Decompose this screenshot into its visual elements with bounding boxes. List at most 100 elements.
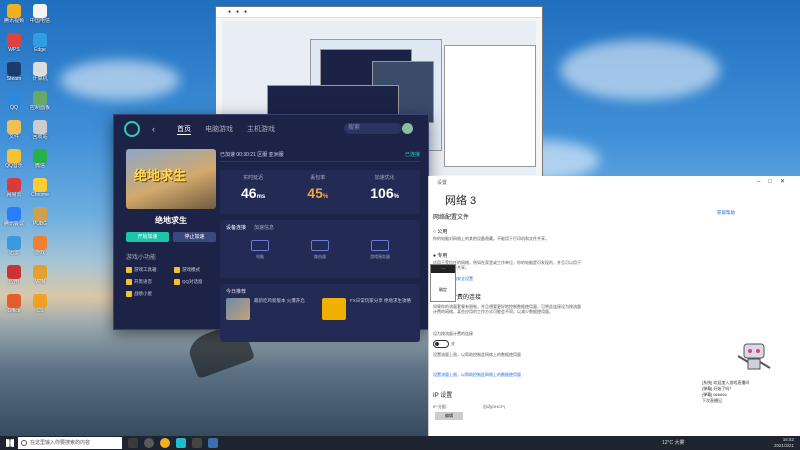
desktop-icon[interactable]: 网易云: [2, 178, 26, 198]
settings-app-icon[interactable]: [208, 438, 218, 448]
desktop-icon[interactable]: 回收站: [28, 120, 52, 140]
app-icon[interactable]: [144, 438, 154, 448]
desktop-icon[interactable]: QQ音乐: [2, 149, 26, 169]
app-icon: [33, 265, 47, 279]
game-cover-image[interactable]: 绝地求生: [126, 149, 216, 209]
desktop-icon[interactable]: 应用: [2, 265, 26, 285]
desktop-icon[interactable]: 微信: [28, 149, 52, 169]
help-link[interactable]: 获取帮助: [717, 210, 735, 216]
app-icon: [7, 62, 21, 76]
window-controls[interactable]: –□✕: [757, 178, 793, 185]
news-thumbnail[interactable]: [226, 298, 250, 320]
weather-text[interactable]: 12°C 大雾: [662, 439, 685, 446]
features-heading: 游戏小功能: [126, 255, 157, 261]
desktop-icon[interactable]: CS: [28, 294, 52, 314]
app-icon: [33, 4, 47, 18]
desktop-icon[interactable]: Edge: [28, 33, 52, 53]
desktop-icon[interactable]: 腾讯会议: [2, 207, 26, 227]
stat-value: 106%: [370, 185, 399, 201]
tab-console-games[interactable]: 主机游戏: [247, 124, 275, 135]
tab-home[interactable]: 首页: [177, 124, 191, 135]
desktop-icon-label: 文件: [8, 134, 19, 140]
taskview-icon[interactable]: [128, 438, 138, 448]
desktop-icon[interactable]: Chrome: [28, 178, 52, 198]
news-item[interactable]: 最新吃鸡新版本 火爆开启: [254, 298, 320, 304]
game-panel: 绝地求生 绝地求生 开始加速 停止加速 游戏小功能 游戏工具箱 游戏模式 开黑语音 Q…: [126, 149, 216, 297]
feature-item[interactable]: 游戏模式: [174, 267, 216, 273]
feature-item[interactable]: 开黑语音: [126, 279, 168, 285]
stats-panel: 实时延迟 46ms 丢包率 45% 加速优化 106%: [220, 170, 420, 214]
tab-acceleration-info[interactable]: 加速信息: [254, 224, 274, 231]
window-title-bar[interactable]: ● ● ●: [216, 7, 542, 18]
metered-toggle[interactable]: [433, 340, 449, 348]
tab-device-connection[interactable]: 设备连接: [226, 224, 246, 231]
desktop-icon[interactable]: VPN: [28, 265, 52, 285]
app-icon: [33, 120, 47, 134]
stop-button[interactable]: 停止加速: [173, 232, 216, 242]
radio-public[interactable]: ○ 公用: [433, 228, 447, 235]
app-icon[interactable]: [192, 438, 202, 448]
window-title: 设置: [437, 180, 448, 186]
desktop-icons: 腾讯视频 中国电信 WPS Edge Steam 计算机 QQ 控制面板文件 回收站 QQ音乐 微信…: [0, 0, 52, 436]
desktop-icon-label: 计算机: [32, 76, 48, 82]
stat-label: 丢包率: [310, 175, 326, 181]
feature-list: 游戏工具箱 游戏模式 开黑语音 QQ对话窗 战绩小屋: [126, 267, 216, 297]
app-icon: [33, 178, 47, 192]
game-title: 绝地求生: [155, 216, 187, 225]
browser-icon[interactable]: [160, 438, 170, 448]
taskbar-search-input[interactable]: 在这里输入你要搜索的内容: [18, 437, 122, 449]
desktop-icon[interactable]: 文件: [2, 120, 26, 140]
booster-main: 已加速 00:30:21 区服 亚洲服 已连接 实时延迟 46ms 丢包率 45% 加速…: [220, 149, 420, 342]
desktop-icon-label: CS: [36, 308, 44, 314]
popup-text[interactable]: 确定: [431, 287, 455, 293]
avatar[interactable]: [402, 123, 413, 134]
feature-icon: [174, 279, 180, 285]
feature-item[interactable]: QQ对话窗: [174, 279, 216, 285]
desktop-icon[interactable]: QQ: [2, 91, 26, 111]
news-item[interactable]: FX日常玩家分享 绝地求生攻略: [350, 298, 416, 304]
tooltip-popup[interactable]: ⋯ 确定: [430, 264, 456, 302]
desktop-icon[interactable]: 计算机: [28, 62, 52, 82]
desktop-icon[interactable]: 迅雷: [2, 236, 26, 256]
booster-search-input[interactable]: 搜索: [344, 123, 402, 134]
app-icon: [33, 236, 47, 250]
page-title: 网络 3: [445, 195, 477, 207]
feature-icon: [126, 291, 132, 297]
desktop-icon-label: 微信: [34, 163, 45, 169]
app-icon: [33, 149, 47, 163]
desktop-icon[interactable]: 游戏: [28, 236, 52, 256]
app-icon: [33, 33, 47, 47]
app-icon: [7, 120, 21, 134]
status-bar: 已加速 00:30:21 区服 亚洲服 已连接: [220, 149, 420, 162]
news-thumbnail[interactable]: [322, 298, 346, 320]
edit-button[interactable]: 编辑: [435, 412, 463, 420]
accelerate-button[interactable]: 开始加速: [126, 232, 169, 242]
stat-item: 加速优化 106%: [370, 174, 399, 214]
start-button[interactable]: [6, 439, 14, 447]
back-button[interactable]: ‹: [152, 124, 155, 134]
feature-item[interactable]: 游戏工具箱: [126, 267, 168, 273]
feature-item[interactable]: 战绩小屋: [126, 291, 168, 297]
desktop-icon-label: PUBG: [32, 221, 48, 227]
desktop-icon[interactable]: PUBG: [28, 207, 52, 227]
chat-log: [系统] 欢迎加入游戏直播间 [弹幕] 开始了吗？ [弹幕] 666666 下次直播见: [702, 380, 796, 404]
desktop-icon[interactable]: Office: [2, 294, 26, 314]
desktop-icon-label: 迅雷: [8, 250, 19, 256]
app-icon: [33, 91, 47, 105]
booster-app-icon[interactable]: [176, 438, 186, 448]
metered-desc: 如果你的流量套餐有限制，并且想要更好地控制数据使用量，可将此连接设为按流量计费的…: [433, 304, 581, 314]
clock[interactable]: 16:52 2021/3/21: [774, 437, 794, 449]
tab-pc-games[interactable]: 电脑游戏: [205, 124, 233, 135]
wallpaper-cloud: [560, 40, 720, 100]
desktop-icon[interactable]: 中国电信: [28, 4, 52, 24]
desktop-icon[interactable]: 腾讯视频: [2, 4, 26, 24]
desktop-icon[interactable]: 控制面板: [28, 91, 52, 111]
ip-assign-value: 自动(DHCP): [483, 404, 505, 409]
app-icon: [7, 149, 21, 163]
desktop-icon[interactable]: WPS: [2, 33, 26, 53]
desktop-icon[interactable]: Steam: [2, 62, 26, 82]
radio-private[interactable]: ● 专用: [433, 252, 447, 259]
game-booster-window[interactable]: ‹ 首页 电脑游戏 主机游戏 搜索 绝地求生 绝地求生 开始加速 停止加速 游戏…: [113, 114, 429, 342]
data-limit-link[interactable]: 设置流量上限，以帮助控制此网络上的数据使用量: [433, 372, 583, 377]
desktop-icon-label: QQ音乐: [5, 163, 23, 169]
